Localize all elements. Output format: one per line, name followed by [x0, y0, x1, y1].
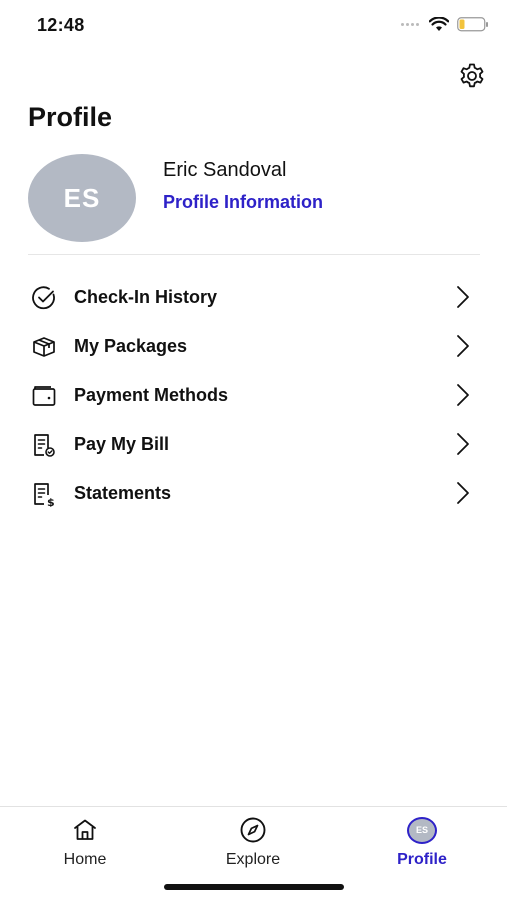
settings-button[interactable] — [456, 60, 488, 92]
tab-label: Home — [63, 851, 107, 868]
status-indicators — [401, 17, 489, 32]
profile-menu: Check-In History My Packages Payment Met… — [0, 273, 507, 518]
menu-item-label: Check-In History — [74, 287, 218, 307]
tab-profile[interactable]: ES Profile — [362, 815, 482, 871]
avatar: ES — [28, 154, 136, 242]
menu-item-label: My Packages — [74, 336, 188, 356]
menu-item-label: Payment Methods — [74, 385, 229, 405]
menu-item-label: Statements — [74, 483, 172, 503]
home-indicator — [164, 884, 344, 890]
compass-icon — [239, 815, 267, 845]
tab-home[interactable]: Home — [25, 815, 145, 871]
status-bar: 12:48 — [0, 0, 507, 52]
statement-dollar-icon: $ — [30, 481, 58, 507]
chevron-right-icon — [452, 480, 474, 506]
wifi-icon — [429, 17, 449, 31]
chevron-right-icon — [452, 333, 474, 359]
gear-icon — [460, 63, 484, 88]
tab-avatar-initials: ES — [407, 816, 437, 844]
menu-item-payment-methods[interactable]: Payment Methods — [0, 371, 507, 420]
menu-item-pay-my-bill[interactable]: Pay My Bill — [0, 420, 507, 469]
divider — [28, 254, 480, 255]
wallet-icon — [30, 383, 58, 409]
tab-label: Profile — [397, 851, 447, 868]
menu-item-label: Pay My Bill — [74, 434, 170, 454]
menu-item-check-in-history[interactable]: Check-In History — [0, 273, 507, 322]
check-circle-icon — [30, 285, 58, 311]
avatar: ES — [407, 815, 437, 845]
user-name: Eric Sandoval — [163, 159, 287, 181]
menu-item-my-packages[interactable]: My Packages — [0, 322, 507, 371]
page-title: Profile — [28, 102, 113, 132]
bill-check-icon — [30, 432, 58, 458]
chevron-right-icon — [452, 431, 474, 457]
tab-label: Explore — [225, 851, 281, 868]
chevron-right-icon — [452, 284, 474, 310]
chevron-right-icon — [452, 382, 474, 408]
battery-icon — [457, 17, 488, 32]
home-icon — [72, 815, 98, 845]
package-box-icon — [30, 334, 58, 360]
profile-information-link[interactable]: Profile Information — [163, 192, 323, 213]
menu-item-statements[interactable]: $ Statements — [0, 469, 507, 518]
signal-icon — [401, 23, 419, 26]
tab-explore[interactable]: Explore — [193, 815, 313, 871]
status-time: 12:48 — [37, 15, 85, 35]
svg-text:$: $ — [47, 496, 55, 507]
